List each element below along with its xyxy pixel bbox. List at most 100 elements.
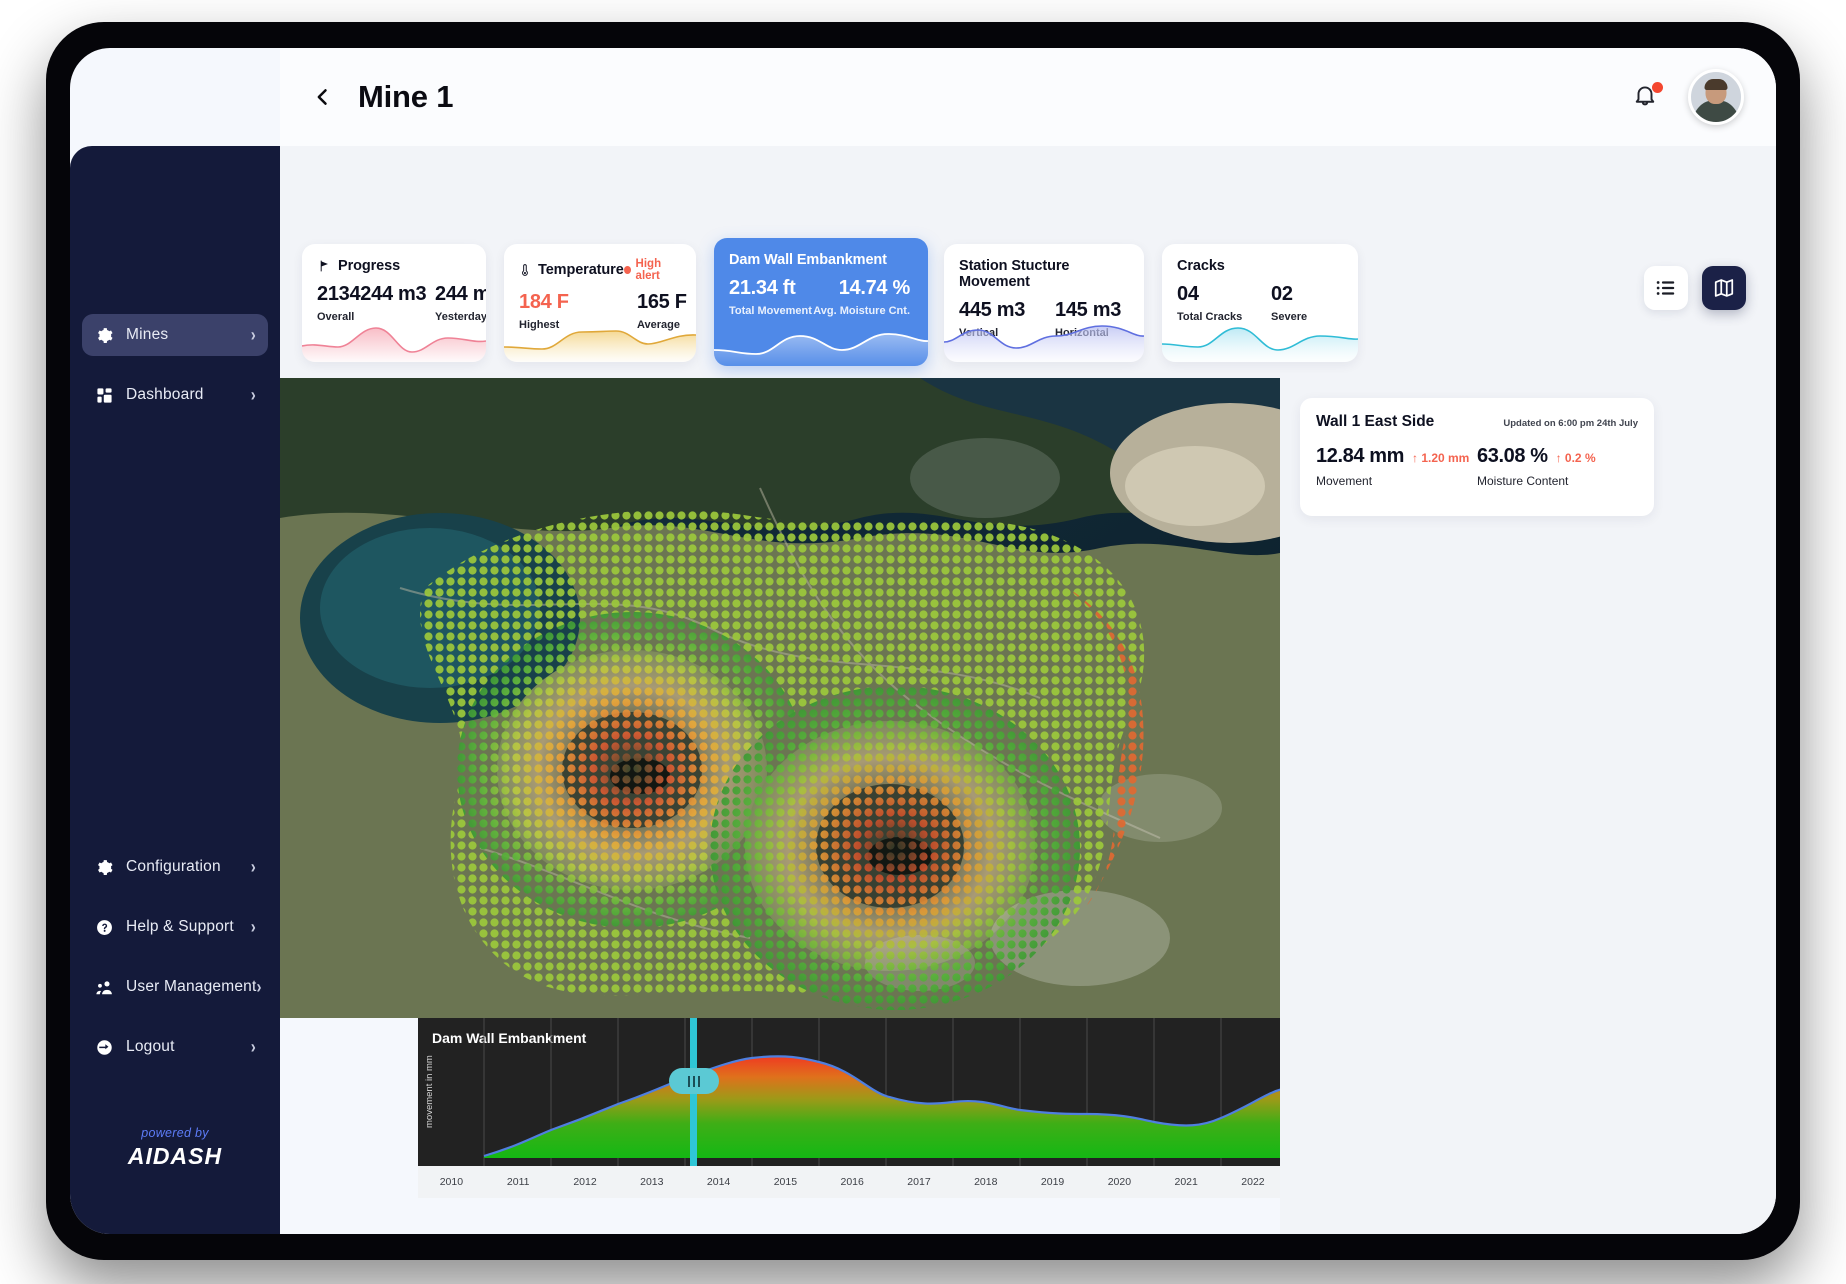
detail-label: Moisture Content xyxy=(1477,474,1569,488)
card-value: 04 xyxy=(1177,283,1199,305)
x-tick: 2022 xyxy=(1241,1176,1265,1188)
sidebar-primary-nav: Mines › Dashboard › xyxy=(70,314,280,434)
detail-title: Wall 1 East Side xyxy=(1316,413,1435,430)
detail-value: 12.84 mm xyxy=(1316,445,1404,467)
sidebar-item-label: Configuration xyxy=(126,858,221,875)
chart-plot-area xyxy=(418,1018,1420,1166)
card-title: Cracks xyxy=(1177,258,1225,274)
card-value: 184 F xyxy=(519,291,569,313)
card-value: 165 F xyxy=(637,291,687,313)
x-tick: 2011 xyxy=(506,1176,530,1188)
card-header: Station Stucture Movement xyxy=(944,244,1144,290)
detail-metric-moisture: 63.08 % ↑ 0.2 % Moisture Content xyxy=(1477,445,1638,488)
card-title: Station Stucture Movement xyxy=(959,258,1070,290)
map-icon xyxy=(1714,279,1734,297)
card-values: 21.34 ft Total Movement 14.74 % Avg. Moi… xyxy=(714,268,928,317)
logout-icon xyxy=(94,1037,114,1057)
alert-dot-icon xyxy=(623,266,631,274)
sidebar-item-help-support[interactable]: Help & Support › xyxy=(82,906,268,948)
x-tick: 2018 xyxy=(974,1176,998,1188)
sidebar-item-logout[interactable]: Logout › xyxy=(82,1026,268,1068)
detail-label: Movement xyxy=(1316,474,1373,488)
card-title: Dam Wall Embankment xyxy=(729,252,887,268)
avatar[interactable] xyxy=(1688,69,1744,125)
x-tick: 2010 xyxy=(439,1176,464,1188)
metric-cards-strip: Progress 2134244 m3 Overall 244 m3 Yeste… xyxy=(280,146,1776,378)
detail-value: 63.08 % xyxy=(1477,445,1548,467)
card-title: Progress xyxy=(338,258,401,274)
chevron-right-icon: › xyxy=(250,1036,256,1058)
page-title: Mine 1 xyxy=(358,79,454,114)
chevron-right-icon: › xyxy=(250,384,256,406)
page-header: Mine 1 xyxy=(280,48,1776,146)
map-canvas xyxy=(280,378,1280,1018)
card-title: Temperature xyxy=(538,262,624,278)
card-value: 244 m3 xyxy=(435,283,486,305)
sidebar-item-user-management[interactable]: User Management › xyxy=(82,966,268,1008)
thermometer-icon xyxy=(519,263,532,278)
question-circle-icon xyxy=(94,917,114,937)
sparkline-temperature xyxy=(504,316,696,362)
chevron-right-icon: › xyxy=(250,916,256,938)
chart-x-axis: 2010 2011 2012 2013 2014 2015 2016 2017 … xyxy=(418,1166,1420,1198)
map-view-button[interactable] xyxy=(1702,266,1746,310)
powered-by-label: powered by xyxy=(141,1126,209,1140)
sparkline-dam-wall xyxy=(714,320,928,366)
metric-card-station-structure-movement[interactable]: Station Stucture Movement 445 m3 Vertica… xyxy=(944,244,1144,362)
chevron-right-icon: › xyxy=(256,976,262,998)
timeline-chart[interactable]: Dam Wall Embankment movement in mm 2010 … xyxy=(418,1018,1420,1198)
users-icon xyxy=(94,977,114,997)
card-value: 21.34 ft xyxy=(729,277,796,299)
grid-icon xyxy=(94,385,114,405)
sidebar: Mines › Dashboard › Configuration › Help… xyxy=(70,146,280,1234)
sidebar-secondary-nav: Configuration › Help & Support › User Ma… xyxy=(70,846,280,1086)
wall-detail-card[interactable]: Wall 1 East Side Updated on 6:00 pm 24th… xyxy=(1300,398,1654,516)
tablet-device-frame: Mines › Dashboard › Configuration › Help… xyxy=(46,22,1800,1260)
card-value-label: Avg. Moisture Cnt. xyxy=(813,305,910,317)
metric-card-temperature[interactable]: Temperature High alert 184 F Highest 165… xyxy=(504,244,696,362)
card-value: 02 xyxy=(1271,283,1293,305)
metric-card-cracks[interactable]: Cracks 04 Total Cracks 02 Severe xyxy=(1162,244,1358,362)
sidebar-item-label: Dashboard xyxy=(126,386,204,403)
card-value-label: Total Movement xyxy=(729,305,812,317)
back-button[interactable] xyxy=(306,80,340,114)
card-value: 14.74 % xyxy=(838,277,911,299)
detail-metric-row: 12.84 mm ↑ 1.20 mm xyxy=(1316,445,1477,468)
view-toggle-group xyxy=(1644,266,1746,310)
chevron-right-icon: › xyxy=(250,856,256,878)
sidebar-item-label: Mines xyxy=(126,326,169,343)
aidash-logo: AIDASH xyxy=(127,1143,223,1169)
list-icon xyxy=(1656,281,1675,295)
card-header: Cracks xyxy=(1162,244,1358,274)
status-badge: High alert xyxy=(623,258,681,282)
x-tick: 2014 xyxy=(706,1176,731,1188)
x-tick: 2020 xyxy=(1107,1176,1132,1188)
sidebar-item-label: Logout xyxy=(126,1038,175,1055)
brand-footer: powered by AIDASH xyxy=(70,1126,280,1170)
detail-card-header: Wall 1 East Side Updated on 6:00 pm 24th… xyxy=(1300,398,1654,431)
detail-metric-movement: 12.84 mm ↑ 1.20 mm Movement xyxy=(1316,445,1477,488)
header-actions xyxy=(1632,69,1744,125)
card-header: Progress xyxy=(302,244,486,274)
x-tick: 2021 xyxy=(1174,1176,1198,1188)
x-tick: 2015 xyxy=(773,1176,798,1188)
sparkline-cracks xyxy=(1162,316,1358,362)
gear-icon xyxy=(94,325,114,345)
card-header: Dam Wall Embankment xyxy=(714,238,928,268)
card-header: Temperature High alert xyxy=(504,244,696,282)
list-view-button[interactable] xyxy=(1644,266,1688,310)
flag-icon xyxy=(317,259,332,274)
sidebar-item-label: User Management xyxy=(126,978,257,995)
metric-card-dam-wall-embankment[interactable]: Dam Wall Embankment 21.34 ft Total Movem… xyxy=(714,238,928,366)
gear-icon xyxy=(94,857,114,877)
detail-delta: ↑ 0.2 % xyxy=(1555,451,1596,465)
sidebar-item-dashboard[interactable]: Dashboard › xyxy=(82,374,268,416)
mine-map-view[interactable]: Movement Moisture Content <-40 0 >+40 xyxy=(280,378,1280,1018)
metric-card-progress[interactable]: Progress 2134244 m3 Overall 244 m3 Yeste… xyxy=(302,244,486,362)
notifications-button[interactable] xyxy=(1632,82,1663,112)
sidebar-item-configuration[interactable]: Configuration › xyxy=(82,846,268,888)
notification-badge xyxy=(1652,82,1663,93)
x-tick: 2017 xyxy=(907,1176,931,1188)
card-value: 2134244 m3 xyxy=(317,283,427,305)
sidebar-item-mines[interactable]: Mines › xyxy=(82,314,268,356)
